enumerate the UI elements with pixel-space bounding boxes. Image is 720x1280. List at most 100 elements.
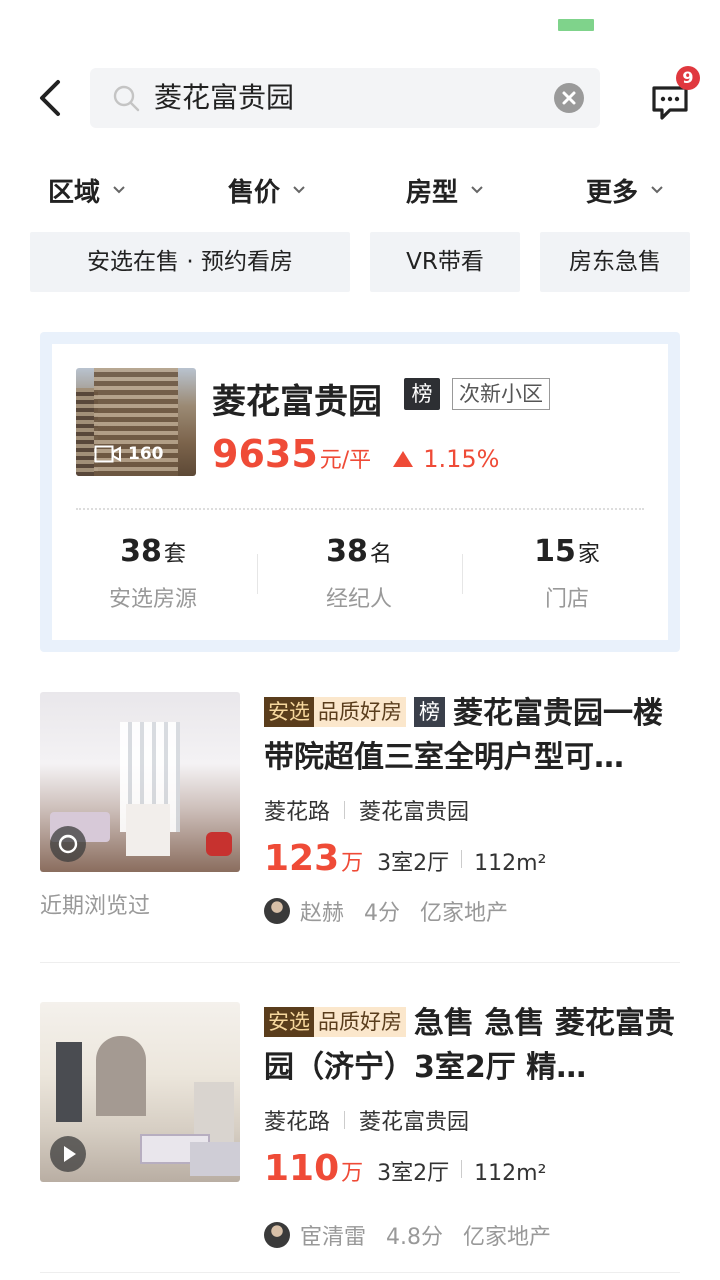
listing-price-row: 123 万 3室2厅 112m²: [264, 838, 680, 879]
quick-tag-urgent[interactable]: 房东急售: [540, 232, 690, 292]
back-button[interactable]: [32, 76, 72, 120]
search-input[interactable]: 菱花富贵园: [154, 68, 294, 128]
filter-more[interactable]: 更多: [586, 160, 664, 220]
room-image: [56, 1042, 82, 1122]
listing-price: 123: [264, 838, 340, 879]
listing-card[interactable]: 近期浏览过 安选 品质好房榜菱花富贵园一楼带院超值三室全明户型可… 菱花路 菱花富…: [40, 692, 680, 962]
anxuan-chip: 安选: [264, 1007, 314, 1037]
stat-listings[interactable]: 38套 安选房源: [58, 534, 248, 613]
filter-label: 区域: [48, 177, 101, 208]
listing-rooms: 3室2厅: [377, 1161, 450, 1186]
divider: [461, 849, 463, 868]
quick-tag-anxuan[interactable]: 安选在售 · 预约看房: [30, 232, 350, 292]
listing-price-unit: 万: [341, 1161, 364, 1186]
chevron-down-icon: [471, 186, 483, 194]
divider: [344, 801, 346, 819]
listing-price: 110: [264, 1148, 340, 1189]
stat-stores[interactable]: 15家 门店: [472, 534, 662, 613]
top-bar: 菱花富贵园 9: [0, 66, 720, 130]
listing-title-row: 安选 品质好房榜菱花富贵园一楼带院超值三室全明户型可…: [264, 692, 680, 780]
close-icon: [562, 91, 576, 105]
anxuan-chip: 安选: [264, 697, 314, 727]
community-category: 次新小区: [452, 378, 550, 410]
stat-agents[interactable]: 38名 经纪人: [264, 534, 454, 613]
divider: [344, 1111, 346, 1129]
room-image: [206, 832, 232, 856]
community-photo[interactable]: 160: [76, 368, 196, 476]
stat-value: 38: [120, 534, 162, 569]
stat-label: 门店: [544, 587, 589, 612]
listing-card[interactable]: 安选 品质好房 急售 急售 菱花富贵园（济宁）3室2厅 精… 菱花路 菱花富贵园 1…: [40, 1002, 680, 1272]
vr-button[interactable]: [50, 826, 86, 862]
quick-tag-vr[interactable]: VR带看: [370, 232, 520, 292]
quality-chip: 品质好房: [314, 1007, 406, 1037]
community-card[interactable]: 160 菱花富贵园 榜 次新小区 9635 元/平 1.15% 38套 安选房源…: [40, 332, 680, 652]
filter-label: 售价: [228, 177, 281, 208]
vr-icon: [58, 834, 78, 854]
listing-agent[interactable]: 赵赫 4分 亿家地产: [264, 895, 680, 927]
chevron-down-icon: [651, 186, 663, 194]
listing-area: 112m²: [474, 1161, 547, 1186]
community-name: 菱花富贵园: [212, 382, 382, 422]
filter-region[interactable]: 区域: [48, 160, 126, 220]
chevron-down-icon: [293, 186, 305, 194]
community-price: 9635 元/平 1.15%: [212, 432, 499, 476]
chevron-down-icon: [113, 186, 125, 194]
divider: [40, 962, 680, 963]
listing-info: 安选 品质好房 急售 急售 菱花富贵园（济宁）3室2厅 精… 菱花路 菱花富贵园 1…: [264, 1002, 680, 1251]
agent-score: 4分: [364, 901, 401, 926]
stat-label: 经纪人: [325, 587, 392, 612]
price-unit: 元/平: [319, 448, 372, 473]
listing-road: 菱花路: [264, 1110, 331, 1135]
listing-photo[interactable]: [40, 1002, 240, 1182]
avatar: [264, 1222, 290, 1248]
listing-price-unit: 万: [341, 851, 364, 876]
divider: [257, 554, 258, 594]
rank-badge: 榜: [404, 378, 440, 410]
clear-search-button[interactable]: [554, 83, 584, 113]
stat-unit: 套: [163, 542, 186, 567]
trend-up-icon: [393, 451, 414, 467]
photo-count-text: 160: [128, 444, 164, 464]
price-value: 9635: [212, 432, 318, 476]
listing-agent[interactable]: 宦清雷 4.8分 亿家地产: [264, 1219, 680, 1251]
room-image: [190, 1142, 240, 1176]
video-icon: [94, 445, 121, 463]
avatar: [264, 898, 290, 924]
search-icon: [113, 85, 140, 112]
room-image: [126, 804, 170, 856]
stat-unit: 家: [577, 542, 600, 567]
listing-info: 安选 品质好房榜菱花富贵园一楼带院超值三室全明户型可… 菱花路 菱花富贵园 123…: [264, 692, 680, 927]
search-bar[interactable]: 菱花富贵园: [90, 68, 600, 128]
price-change: 1.15%: [423, 445, 500, 473]
listing-area: 112m²: [474, 851, 547, 876]
stat-value: 38: [326, 534, 368, 569]
listing-location: 菱花路 菱花富贵园: [264, 1104, 680, 1136]
listing-community: 菱花富贵园: [359, 1110, 470, 1135]
agent-company: 亿家地产: [420, 901, 509, 926]
listing-community: 菱花富贵园: [359, 800, 470, 825]
listing-road: 菱花路: [264, 800, 331, 825]
listing-photo[interactable]: [40, 692, 240, 872]
play-video-button[interactable]: [50, 1136, 86, 1172]
filter-price[interactable]: 售价: [228, 160, 306, 220]
listing-location: 菱花路 菱花富贵园: [264, 794, 680, 826]
stat-value: 15: [534, 534, 576, 569]
listing-rooms: 3室2厅: [377, 851, 450, 876]
listing-price-row: 110 万 3室2厅 112m²: [264, 1148, 680, 1189]
filter-label: 房型: [406, 177, 459, 208]
divider: [462, 554, 463, 594]
community-card-inner: 160 菱花富贵园 榜 次新小区 9635 元/平 1.15% 38套 安选房源…: [52, 344, 668, 640]
quality-chip: 品质好房: [314, 697, 406, 727]
divider: [40, 1272, 680, 1273]
filter-label: 更多: [586, 177, 639, 208]
message-count-badge: 9: [676, 66, 700, 90]
filter-bar: 区域 售价 房型 更多: [0, 160, 720, 220]
agent-name: 宦清雷: [300, 1225, 367, 1250]
filter-layout[interactable]: 房型: [406, 160, 484, 220]
agent-company: 亿家地产: [463, 1225, 552, 1250]
agent-name: 赵赫: [300, 901, 345, 926]
listing-title-row: 安选 品质好房 急售 急售 菱花富贵园（济宁）3室2厅 精…: [264, 1002, 680, 1090]
play-icon: [64, 1146, 76, 1162]
stat-unit: 名: [369, 542, 392, 567]
